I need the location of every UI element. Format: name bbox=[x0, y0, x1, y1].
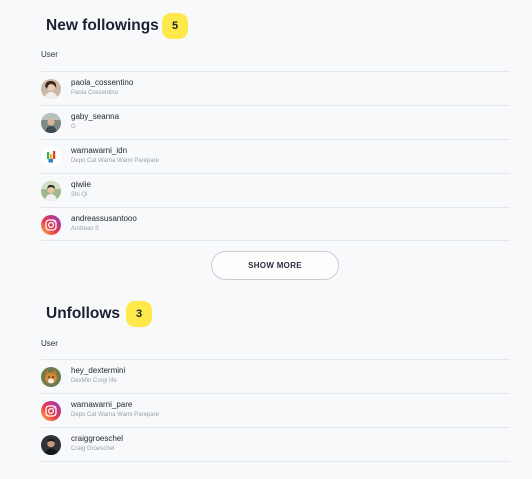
full-name: Andreas S bbox=[71, 226, 100, 232]
new-followings-title: New followings bbox=[46, 17, 159, 34]
outdoor-portrait-avatar[interactable] bbox=[41, 180, 61, 201]
man-portrait-avatar[interactable] bbox=[41, 434, 61, 455]
paint-brand-logo-avatar[interactable] bbox=[41, 146, 61, 167]
woman-portrait-avatar[interactable] bbox=[41, 78, 61, 99]
instagram-default-avatar[interactable] bbox=[41, 214, 61, 235]
new-followings-user-column-header: User bbox=[41, 50, 58, 59]
following-row[interactable]: gaby_seanna G bbox=[41, 106, 510, 139]
username[interactable]: craiggroeschel bbox=[71, 434, 123, 443]
full-name: Paola Cossentino bbox=[71, 90, 119, 96]
unfollow-row[interactable]: warnawarni_pare Depo Cat Warna Warni Par… bbox=[41, 394, 510, 427]
username[interactable]: warnawarni_idn bbox=[71, 146, 127, 155]
show-more-button[interactable]: SHOW MORE bbox=[211, 251, 339, 280]
full-name: G bbox=[71, 124, 76, 130]
username[interactable]: warnawarni_pare bbox=[71, 400, 132, 409]
divider bbox=[41, 461, 510, 462]
unfollows-count-badge: 3 bbox=[126, 301, 152, 327]
full-name: Craig Groeschel bbox=[71, 446, 115, 452]
unfollow-row[interactable]: hey_dextermini DexMin Corgi life bbox=[41, 360, 510, 393]
full-name: Depo Cat Warna Warni Parepare bbox=[71, 412, 159, 418]
following-row[interactable]: andreassusantooo Andreas S bbox=[41, 208, 510, 241]
page: New followings 5 User paola_cossentino P… bbox=[0, 0, 532, 479]
full-name: DexMin Corgi life bbox=[71, 378, 117, 384]
username[interactable]: hey_dextermini bbox=[71, 366, 125, 375]
username[interactable]: paola_cossentino bbox=[71, 78, 133, 87]
unfollow-row[interactable]: craiggroeschel Craig Groeschel bbox=[41, 428, 510, 461]
following-row[interactable]: warnawarni_idn Depo Cat Warna Warni Pare… bbox=[41, 140, 510, 173]
following-row[interactable]: paola_cossentino Paola Cossentino bbox=[41, 72, 510, 105]
person-portrait-avatar[interactable] bbox=[41, 112, 61, 133]
new-followings-count-badge: 5 bbox=[162, 13, 188, 39]
username[interactable]: qiwiie bbox=[71, 180, 91, 189]
username[interactable]: gaby_seanna bbox=[71, 112, 119, 121]
divider bbox=[41, 240, 510, 241]
following-row[interactable]: qiwiie Shi Qi bbox=[41, 174, 510, 207]
unfollows-title: Unfollows bbox=[46, 305, 121, 322]
username[interactable]: andreassusantooo bbox=[71, 214, 137, 223]
full-name: Depo Cat Warna Warni Parepare bbox=[71, 158, 159, 164]
full-name: Shi Qi bbox=[71, 192, 88, 198]
unfollows-user-column-header: User bbox=[41, 339, 58, 348]
corgi-dog-avatar[interactable] bbox=[41, 366, 61, 387]
instagram-default-avatar[interactable] bbox=[41, 400, 61, 421]
